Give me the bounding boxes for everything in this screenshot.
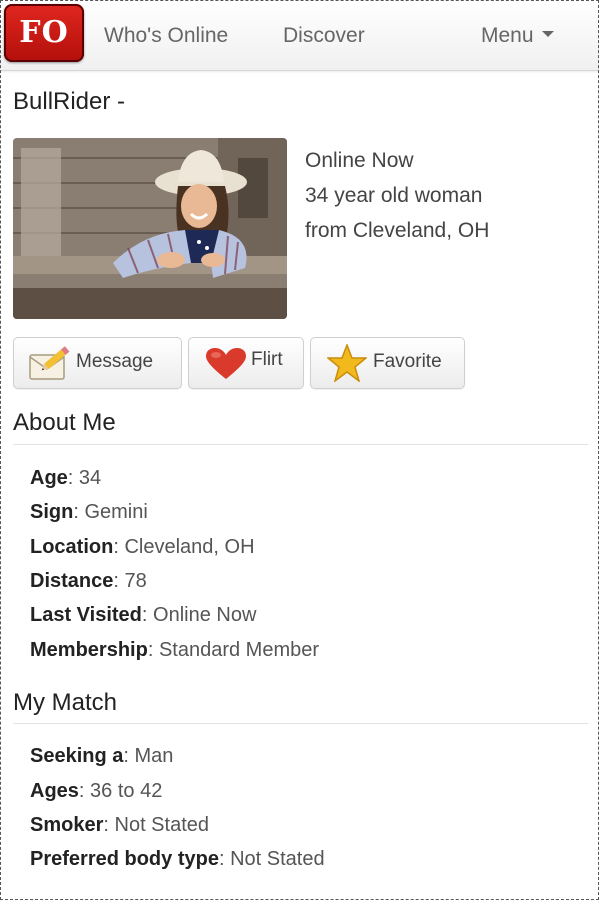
field-seeking: Seeking a: Man	[30, 745, 174, 767]
field-label: Last Visited	[30, 604, 142, 626]
field-last-visited: Last Visited: Online Now	[30, 604, 257, 626]
field-label: Smoker	[30, 814, 104, 836]
about-divider	[13, 444, 588, 445]
flirt-button[interactable]: Flirt	[188, 337, 304, 389]
favorite-button[interactable]: Favorite	[310, 337, 465, 389]
top-navbar: FO Who's Online Discover Menu	[0, 0, 599, 71]
envelope-pencil-icon	[28, 345, 72, 387]
field-value: Not Stated	[114, 814, 210, 836]
field-smoker: Smoker: Not Stated	[30, 814, 210, 836]
field-value: 34	[78, 467, 102, 489]
message-button[interactable]: Message	[13, 337, 182, 389]
field-label: Seeking a	[30, 745, 124, 767]
site-logo[interactable]: FO	[4, 4, 84, 62]
my-match-heading: My Match	[13, 689, 118, 716]
field-label: Membership	[30, 639, 148, 661]
menu-label: Menu	[481, 24, 534, 47]
field-ages: Ages: 36 to 42	[30, 780, 163, 802]
field-sign: Sign: Gemini	[30, 501, 148, 523]
heart-icon	[205, 347, 247, 387]
profile-summary: Online Now 34 year old woman from Clevel…	[305, 143, 489, 248]
field-value: Cleveland, OH	[124, 536, 255, 558]
field-value: Not Stated	[230, 848, 325, 870]
match-divider	[13, 723, 588, 724]
profile-photo[interactable]	[13, 138, 287, 319]
field-age: Age: 34	[30, 467, 102, 489]
field-label: Location	[30, 536, 114, 558]
online-status: Online Now	[305, 149, 414, 172]
field-label: Age	[30, 467, 68, 489]
nav-discover[interactable]: Discover	[283, 24, 365, 48]
field-value: 36 to 42	[90, 780, 163, 802]
field-label: Distance	[30, 570, 114, 592]
profile-description: 34 year old woman	[305, 184, 483, 207]
field-location: Location: Cleveland, OH	[30, 536, 255, 558]
message-label: Message	[76, 351, 154, 372]
profile-photo-illustration	[13, 138, 287, 319]
field-membership: Membership: Standard Member	[30, 639, 320, 661]
field-label: Preferred body type	[30, 848, 219, 870]
field-label: Sign	[30, 501, 74, 523]
field-value: Standard Member	[158, 639, 320, 661]
nav-whos-online[interactable]: Who's Online	[104, 24, 228, 48]
field-label: Ages	[30, 780, 79, 802]
field-distance: Distance: 78	[30, 570, 147, 592]
profile-username: BullRider -	[13, 88, 126, 115]
favorite-label: Favorite	[373, 351, 442, 372]
about-me-heading: About Me	[13, 409, 116, 436]
field-value: 78	[124, 570, 147, 592]
field-value: Online Now	[153, 604, 257, 626]
nav-menu-button[interactable]: Menu	[481, 24, 554, 48]
caret-down-icon	[541, 31, 554, 38]
flirt-label: Flirt	[251, 349, 283, 370]
field-body-type: Preferred body type: Not Stated	[30, 848, 325, 870]
field-value: Man	[134, 745, 174, 767]
profile-location: from Cleveland, OH	[305, 219, 490, 242]
field-value: Gemini	[84, 501, 148, 523]
star-icon	[325, 342, 369, 388]
